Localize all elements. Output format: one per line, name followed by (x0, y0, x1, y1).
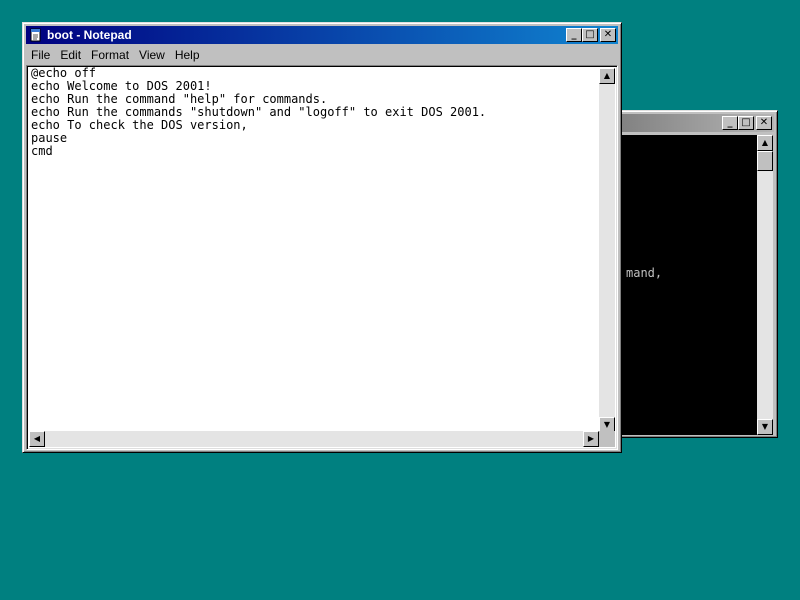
console-close-button[interactable]: ✕ (756, 116, 772, 130)
menu-view[interactable]: View (134, 48, 170, 62)
notepad-horizontal-scrollbar[interactable]: ◀ ▶ (29, 431, 599, 447)
console-vertical-scrollbar[interactable]: ▲ ▼ (757, 135, 773, 435)
notepad-minimize-button[interactable]: _ (566, 28, 582, 42)
notepad-window-title: boot - Notepad (47, 28, 132, 42)
menu-format[interactable]: Format (86, 48, 134, 62)
notepad-window-controls: _ □ ✕ (566, 28, 616, 42)
notepad-text-area[interactable]: @echo off echo Welcome to DOS 2001! echo… (31, 67, 486, 158)
notepad-scroll-left-button[interactable]: ◀ (29, 431, 45, 447)
console-window-controls: _ □ ✕ (722, 116, 772, 130)
console-maximize-button[interactable]: □ (738, 116, 754, 130)
console-window[interactable]: _ □ ✕ mand, ▲ ▼ (612, 110, 778, 438)
notepad-maximize-button[interactable]: □ (582, 28, 598, 42)
notepad-window[interactable]: boot - Notepad _ □ ✕ File Edit Format Vi… (22, 22, 622, 453)
notepad-scroll-right-button[interactable]: ▶ (583, 431, 599, 447)
console-output-text: mand, (626, 266, 663, 280)
notepad-editor-frame: @echo off echo Welcome to DOS 2001! echo… (26, 65, 618, 450)
notepad-close-button[interactable]: ✕ (600, 28, 616, 42)
menu-edit[interactable]: Edit (55, 48, 86, 62)
console-minimize-button[interactable]: _ (722, 116, 738, 130)
console-scroll-down-button[interactable]: ▼ (757, 419, 773, 435)
notepad-scroll-up-button[interactable]: ▲ (599, 68, 615, 84)
notepad-icon (30, 28, 41, 42)
menu-help[interactable]: Help (170, 48, 205, 62)
console-titlebar[interactable]: _ □ ✕ (616, 114, 774, 132)
notepad-titlebar[interactable]: boot - Notepad _ □ ✕ (26, 26, 618, 44)
menu-file[interactable]: File (26, 48, 55, 62)
console-scroll-thumb[interactable] (757, 151, 773, 171)
console-output[interactable]: mand, (617, 135, 757, 435)
notepad-menubar: File Edit Format View Help (26, 45, 618, 64)
notepad-vertical-scrollbar[interactable]: ▲ ▼ (599, 68, 615, 433)
console-scroll-up-button[interactable]: ▲ (757, 135, 773, 151)
notepad-size-grip[interactable] (599, 431, 615, 447)
